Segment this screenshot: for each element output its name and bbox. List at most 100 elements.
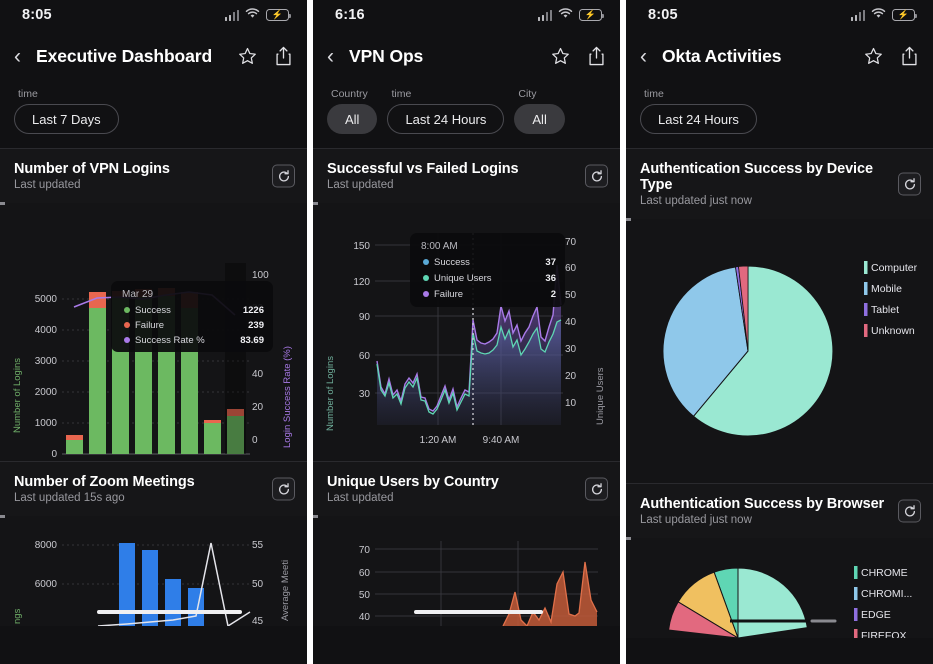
- svg-text:Failure: Failure: [434, 289, 463, 300]
- chart-success-vs-failed[interactable]: 150 120 90 60 30 70 60 50 40 30 20 10 1:20 AM 9:4…: [313, 203, 620, 461]
- nav-actions: [237, 45, 293, 67]
- back-button[interactable]: ‹: [640, 46, 662, 67]
- svg-text:70: 70: [565, 237, 577, 248]
- back-button[interactable]: ‹: [14, 46, 36, 67]
- scroll-tick: [626, 218, 631, 221]
- nav-bar: ‹ Okta Activities: [626, 30, 933, 82]
- filter-bar: time Last 24 Hours: [626, 82, 933, 148]
- wifi-icon: [558, 6, 573, 24]
- card-title: Authentication Success by Device Type: [640, 161, 873, 193]
- svg-text:20: 20: [565, 371, 577, 382]
- chart-vpn-logins[interactable]: 50004000 30002000 10000 10080 6040 200: [0, 203, 307, 461]
- filter-label: time: [391, 88, 412, 100]
- card-body-success-vs-failed: 150 120 90 60 30 70 60 50 40 30 20 10 1:20 AM 9:4…: [313, 202, 620, 461]
- pie-legend: Computer Mobile Tablet Unknown: [864, 261, 918, 337]
- card-subtitle: Last updated: [327, 179, 394, 191]
- svg-text:90: 90: [359, 312, 371, 323]
- share-icon[interactable]: [586, 45, 606, 67]
- y2-axis-label: Unique Users: [595, 367, 606, 425]
- svg-text:1:20 AM: 1:20 AM: [420, 435, 457, 446]
- cellular-signal-icon: [537, 9, 552, 21]
- svg-text:30: 30: [565, 344, 577, 355]
- card-title: Number of VPN Logins: [14, 161, 170, 177]
- wifi-icon: [871, 6, 886, 24]
- svg-text:9:40 AM: 9:40 AM: [483, 435, 520, 446]
- filter-pill-city[interactable]: All: [514, 104, 565, 134]
- horizontal-scrollbar[interactable]: [414, 610, 543, 614]
- wifi-icon: [245, 6, 260, 24]
- svg-text:Success Rate %: Success Rate %: [135, 335, 205, 346]
- svg-text:83.69: 83.69: [240, 335, 264, 346]
- card-subtitle: Last updated: [327, 492, 394, 504]
- svg-text:37: 37: [545, 257, 556, 268]
- card-title: Authentication Success by Browser: [640, 496, 885, 512]
- filter-bar: time Last 7 Days: [0, 82, 307, 148]
- refresh-icon[interactable]: [272, 164, 295, 188]
- chart-tooltip: 8:00 AM Success 37 Unique Users 36 Failure…: [410, 233, 565, 307]
- card-header-vpn-logins: Number of VPN Logins Last updated: [0, 149, 307, 203]
- card-body-unique-users-country: 70 60 50 40: [313, 515, 620, 626]
- battery-charging-icon: ⚡: [266, 9, 291, 21]
- filter-city: City All: [514, 88, 565, 134]
- filter-label: City: [518, 88, 537, 100]
- cellular-signal-icon: [224, 9, 239, 21]
- status-bar: 6:16 ⚡: [313, 0, 620, 30]
- svg-text:EDGE: EDGE: [861, 609, 891, 621]
- page-title: VPN Ops: [349, 45, 424, 66]
- y2-axis-label: Average Meeti: [280, 560, 291, 621]
- chart-auth-browser[interactable]: CHROME CHROMI... EDGE FIREFOX: [626, 538, 933, 638]
- svg-text:45: 45: [252, 616, 264, 626]
- svg-text:239: 239: [248, 320, 264, 331]
- y-axis-label: Number of Logins: [12, 358, 23, 433]
- filter-pill-time[interactable]: Last 7 Days: [14, 104, 119, 134]
- svg-text:8000: 8000: [35, 540, 58, 551]
- chart-tooltip: Mar 29 Success 1226 Failure 239 Success Ra…: [111, 281, 273, 352]
- svg-text:Failure: Failure: [135, 320, 164, 331]
- svg-text:60: 60: [359, 568, 371, 579]
- card-subtitle: Last updated just now: [640, 195, 752, 207]
- card-body-zoom-meetings: 8000 6000 55 50 45 ngs Average Meeti: [0, 515, 307, 626]
- svg-text:50: 50: [565, 290, 577, 301]
- chart-auth-device-type[interactable]: Computer Mobile Tablet Unknown: [626, 219, 933, 483]
- filter-label: time: [18, 88, 38, 100]
- share-icon[interactable]: [273, 45, 293, 67]
- svg-text:55: 55: [252, 540, 264, 551]
- svg-text:60: 60: [565, 263, 577, 274]
- nav-bar: ‹ Executive Dashboard: [0, 30, 307, 82]
- horizontal-scrollbar[interactable]: [97, 610, 242, 614]
- status-clock: 8:05: [22, 7, 52, 23]
- phone-panel-okta-activities: 8:05 ⚡ ‹ Okta Activities time Last 24 Ho…: [626, 0, 933, 664]
- filter-pill-time[interactable]: Last 24 Hours: [387, 104, 505, 134]
- svg-text:CHROMI...: CHROMI...: [861, 588, 912, 600]
- nav-bar: ‹ VPN Ops: [313, 30, 620, 82]
- card-title: Unique Users by Country: [327, 474, 499, 490]
- refresh-icon[interactable]: [272, 477, 295, 501]
- page-title: Okta Activities: [662, 45, 782, 66]
- filter-time: time Last 7 Days: [14, 88, 119, 134]
- back-button[interactable]: ‹: [327, 46, 349, 67]
- refresh-icon[interactable]: [898, 172, 921, 196]
- star-icon[interactable]: [237, 45, 257, 67]
- svg-text:40: 40: [359, 612, 371, 623]
- svg-text:30: 30: [359, 389, 371, 400]
- star-icon[interactable]: [550, 45, 570, 67]
- card-subtitle: Last updated just now: [640, 514, 752, 526]
- status-icons: ⚡: [224, 6, 291, 24]
- refresh-icon[interactable]: [585, 164, 608, 188]
- svg-text:1000: 1000: [35, 418, 58, 429]
- refresh-icon[interactable]: [585, 477, 608, 501]
- status-icons: ⚡: [850, 6, 917, 24]
- refresh-icon[interactable]: [898, 499, 921, 523]
- svg-text:Unique Users: Unique Users: [434, 273, 492, 284]
- filter-pill-time[interactable]: Last 24 Hours: [640, 104, 757, 134]
- filter-label: Country: [331, 88, 368, 100]
- cellular-signal-icon: [850, 9, 865, 21]
- svg-text:Mobile: Mobile: [871, 283, 902, 295]
- star-icon[interactable]: [863, 45, 883, 67]
- filter-time: time Last 24 Hours: [640, 88, 757, 134]
- card-header-unique-users-country: Unique Users by Country Last updated: [313, 462, 620, 516]
- filter-pill-country[interactable]: All: [327, 104, 378, 134]
- svg-text:Unknown: Unknown: [871, 325, 915, 337]
- share-icon[interactable]: [899, 45, 919, 67]
- battery-charging-icon: ⚡: [579, 9, 604, 21]
